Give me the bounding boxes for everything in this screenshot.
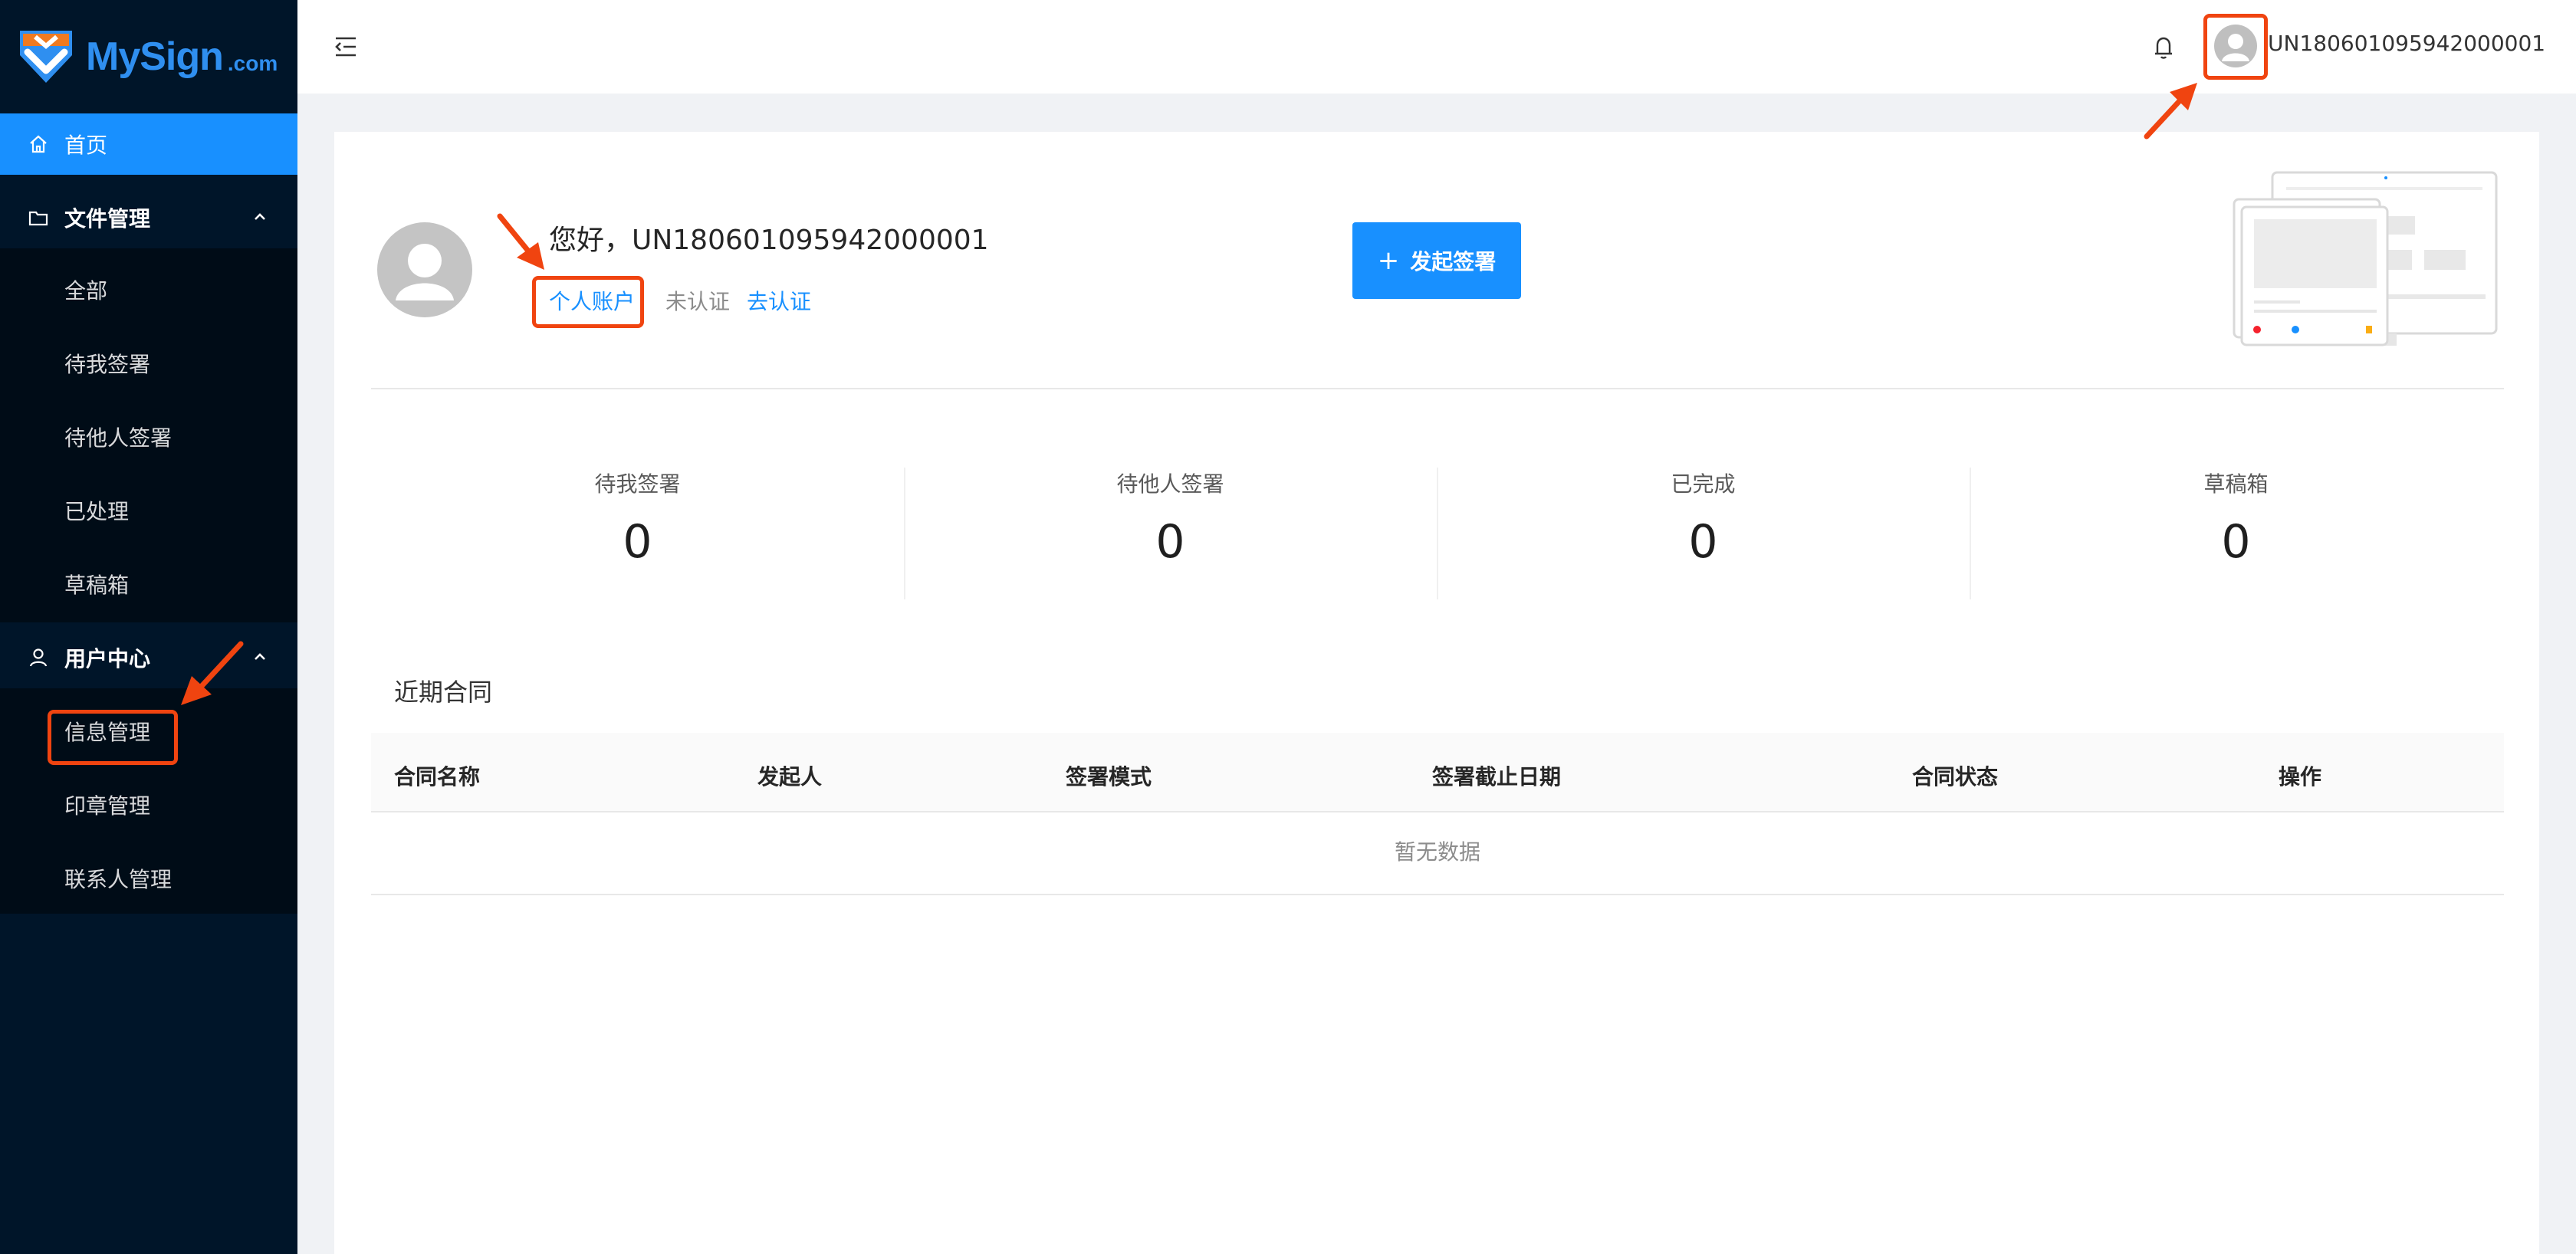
sidebar-item-label: 待我签署: [64, 352, 151, 377]
annotation-arrow-icon: [497, 213, 544, 270]
stat-label: 已完成: [1671, 471, 1736, 497]
folder-icon: [28, 211, 48, 226]
annotation-box-account-type: [532, 276, 644, 328]
recent-contracts-title: 近期合同: [394, 678, 493, 707]
menu-label-user-center: 用户中心: [64, 646, 151, 671]
sidebar-item-label: 已处理: [64, 499, 130, 524]
menu-fold-icon[interactable]: [333, 34, 359, 60]
menu-label-file-management: 文件管理: [64, 206, 151, 231]
stat-pending-others[interactable]: 待他人签署 0: [904, 468, 1437, 599]
stat-label: 待他人签署: [1116, 471, 1224, 497]
logo-shield-icon: [20, 31, 72, 83]
plus-icon: +: [1377, 245, 1400, 276]
sidebar-item-label: 待他人签署: [64, 425, 172, 451]
stat-value: 0: [1688, 515, 1718, 569]
profile-avatar: [377, 222, 472, 317]
stat-pending-me[interactable]: 待我签署 0: [371, 468, 904, 599]
sidebar-item-processed[interactable]: 已处理: [0, 480, 297, 541]
stat-completed[interactable]: 已完成 0: [1437, 468, 1970, 599]
initiate-signing-button[interactable]: + 发起签署: [1352, 222, 1521, 299]
sidebar-item-drafts[interactable]: 草稿箱: [0, 553, 297, 615]
table-empty-state: 暂无数据: [371, 812, 2504, 895]
user-icon: [29, 648, 48, 667]
dashboard-card: 您好，UN180601095942000001 个人账户 未认证 去认证 + 发…: [334, 132, 2539, 1254]
verify-status-text: 未认证: [665, 289, 731, 314]
column-header-initiator: 发起人: [757, 764, 823, 789]
greeting-text: 您好，UN180601095942000001: [549, 225, 989, 256]
stat-label: 草稿箱: [2203, 471, 2269, 497]
sidebar-item-seal-management[interactable]: 印章管理: [0, 774, 297, 835]
sidebar-item-label: 联系人管理: [64, 867, 172, 892]
sidebar: MySign .com 首页 文件管理 全部 待我签署 待他人签署 已处理 草稿…: [0, 0, 297, 1254]
sidebar-item-pending-others[interactable]: 待他人签署: [0, 406, 297, 468]
annotation-box-info-management: [48, 710, 178, 765]
logo-text: MySign: [86, 34, 224, 79]
logo[interactable]: MySign .com: [0, 0, 297, 113]
section-divider: [371, 388, 2504, 389]
chevron-up-icon: [255, 213, 265, 220]
verify-link[interactable]: 去认证: [747, 285, 811, 316]
sidebar-item-label: 全部: [64, 278, 108, 304]
stat-label: 待我签署: [594, 471, 681, 497]
stat-value: 0: [2221, 515, 2251, 569]
menu-label-home: 首页: [64, 133, 108, 158]
column-header-actions: 操作: [2279, 764, 2322, 789]
stat-value: 0: [623, 515, 652, 569]
sidebar-item-contact-management[interactable]: 联系人管理: [0, 848, 297, 909]
stat-value: 0: [1155, 515, 1185, 569]
annotation-arrow-icon: [181, 641, 244, 705]
menu-group-user-center[interactable]: 用户中心: [0, 627, 297, 688]
logo-suffix: .com: [227, 51, 278, 75]
home-icon: [30, 135, 47, 153]
annotation-arrow-icon: [2144, 83, 2197, 140]
header-username[interactable]: UN180601095942000001: [2268, 31, 2545, 56]
column-header-deadline: 签署截止日期: [1432, 764, 1562, 789]
column-header-contract-name: 合同名称: [394, 764, 481, 789]
initiate-signing-label: 发起签署: [1410, 249, 1497, 274]
annotation-box-avatar: [2203, 14, 2268, 80]
sidebar-item-label: 草稿箱: [64, 573, 130, 598]
sidebar-item-all[interactable]: 全部: [0, 259, 297, 320]
dashboard-illustration: [2233, 171, 2498, 346]
contracts-table-header: 合同名称 发起人 签署模式 签署截止日期 合同状态 操作: [371, 733, 2504, 812]
sidebar-item-label: 印章管理: [64, 793, 151, 819]
menu-group-file-management[interactable]: 文件管理: [0, 187, 297, 248]
chevron-up-icon: [255, 653, 265, 660]
bell-icon[interactable]: [2151, 34, 2176, 61]
column-header-sign-mode: 签署模式: [1066, 764, 1152, 789]
stat-drafts[interactable]: 草稿箱 0: [1970, 468, 2502, 599]
profile-avatar-icon: [396, 244, 454, 300]
menu-item-home[interactable]: 首页: [0, 113, 297, 175]
sidebar-item-pending-me[interactable]: 待我签署: [0, 333, 297, 394]
column-header-status: 合同状态: [1912, 764, 1999, 789]
